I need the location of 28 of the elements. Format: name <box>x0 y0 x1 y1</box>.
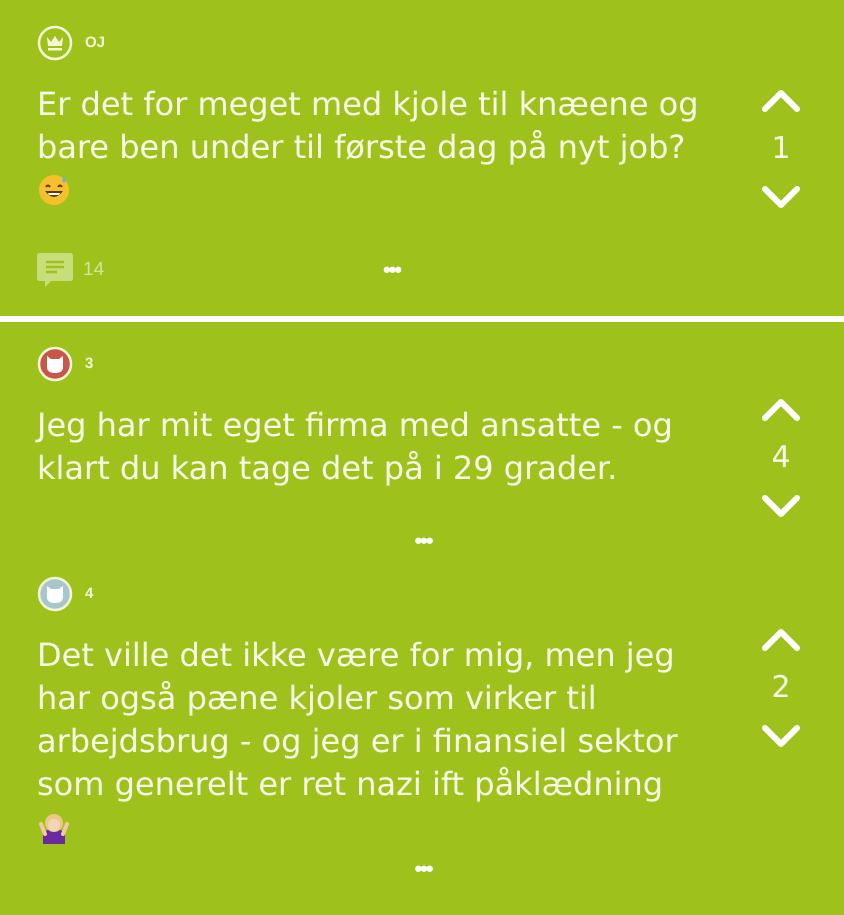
chevron-down-icon <box>761 492 801 520</box>
upvote-button[interactable] <box>761 396 801 424</box>
comment-icon <box>37 252 73 288</box>
upvote-button[interactable] <box>761 626 801 654</box>
more-options-button[interactable]: ••• <box>414 530 432 552</box>
chevron-down-icon <box>761 183 801 211</box>
author-name: 4 <box>85 584 94 604</box>
upvote-button[interactable] <box>761 87 801 115</box>
more-options-button[interactable]: ••• <box>414 858 432 880</box>
chevron-up-icon <box>761 87 801 115</box>
downvote-button[interactable] <box>761 183 801 211</box>
more-options-button[interactable]: ••• <box>383 259 400 281</box>
reply-text: Jeg har mit eget firma med ansatte - og klart du kan tage det på i 29 grader. <box>37 405 674 489</box>
chevron-up-icon <box>761 626 801 654</box>
vote-count: 4 <box>771 440 791 476</box>
post-text: Er det for meget med kjole til knæene og bare ben under til første dag på nyt job? <box>37 84 700 168</box>
comment-count: 14 <box>83 258 106 282</box>
downvote-button[interactable] <box>761 492 801 520</box>
crown-icon <box>37 25 73 61</box>
chevron-up-icon <box>761 396 801 424</box>
author-name: 3 <box>85 354 94 374</box>
chevron-down-icon <box>761 722 801 750</box>
reply-text: Det ville det ikke være for mig, men jeg har også pæne kjoler som virker til arbejdsbrug - og jeg er i finansiel sektor som generelt er ret nazi ift påklædning <box>37 635 679 805</box>
smiling-face-icon <box>37 173 71 207</box>
vote-count: 1 <box>771 131 791 167</box>
vote-count: 2 <box>771 670 791 706</box>
author-name: OJ <box>85 32 106 53</box>
downvote-button[interactable] <box>761 722 801 750</box>
